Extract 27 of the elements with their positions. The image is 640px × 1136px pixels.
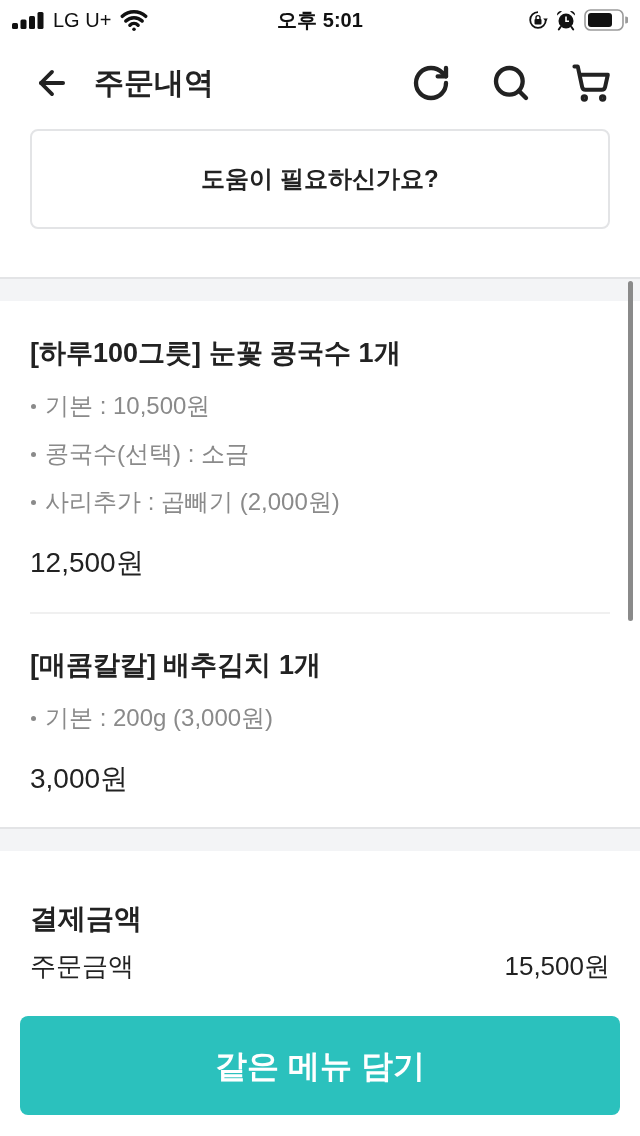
bullet-icon <box>31 499 36 505</box>
option-text: 사리추가 : 곱빼기 (2,000원) <box>45 487 340 517</box>
option-text: 기본 : 10,500원 <box>45 391 211 421</box>
carrier-name: LG U+ <box>53 8 112 32</box>
payment-row-value: 15,500원 <box>504 950 610 983</box>
bullet-icon <box>31 403 36 409</box>
bullet-icon <box>31 715 36 721</box>
status-time: 오후 5:01 <box>277 8 363 32</box>
cart-icon <box>571 63 611 103</box>
refresh-icon <box>411 63 451 103</box>
search-icon <box>491 63 531 103</box>
item-price: 12,500원 <box>30 546 145 580</box>
option-text: 기본 : 200g (3,000원) <box>45 703 274 733</box>
product-title: [하루100그릇] 눈꽃 콩국수 1개 <box>30 337 402 370</box>
signal-icon <box>12 11 44 29</box>
alarm-clock-icon <box>556 9 576 31</box>
help-button[interactable]: 도움이 필요하신가요? <box>30 129 610 229</box>
item-price: 3,000원 <box>30 762 130 796</box>
product-title: [매콤칼칼] 배추김치 1개 <box>30 649 322 682</box>
bullet-icon <box>31 451 36 457</box>
rotation-lock-icon <box>528 10 548 30</box>
option-text: 콩국수(선택) : 소금 <box>45 439 249 469</box>
battery-icon <box>584 9 628 31</box>
payment-title: 결제금액 <box>30 902 143 936</box>
payment-row-label: 주문금액 <box>30 950 134 983</box>
page-title: 주문내역 <box>94 65 214 101</box>
cart-button[interactable] <box>570 62 612 104</box>
